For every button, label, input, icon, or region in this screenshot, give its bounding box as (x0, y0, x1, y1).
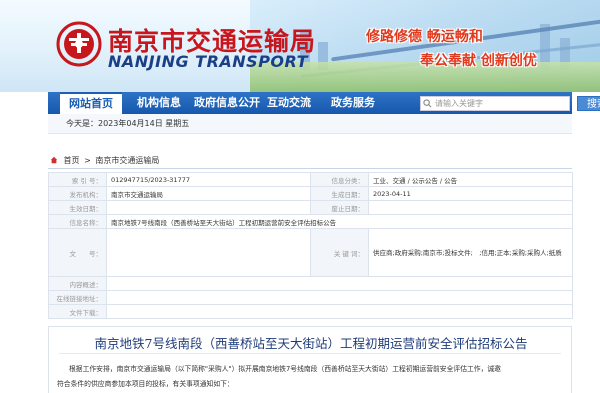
date-label: 生成日期： (310, 186, 369, 201)
nav-item-gov-info[interactable]: 政府信息公开 (188, 92, 266, 114)
table-row: 内容概述： (48, 276, 573, 291)
date-bar: 今天是：2023年04月14日 星期五 (48, 114, 572, 134)
publisher-value: 南京市交通运输局 (106, 186, 311, 201)
breadcrumb-current[interactable]: 南京市交通运输局 (95, 156, 159, 165)
date-value: 2023-04-11 (368, 186, 573, 201)
search-button[interactable]: 搜索 (577, 96, 600, 111)
site-title-english: NANJING TRANSPORT (108, 52, 309, 71)
overview-label: 内容概述： (48, 276, 107, 291)
article-body: 南京地铁7号线南段（西善桥站至天大街站）工程初期运营前安全评估招标公告 根据工作… (48, 326, 572, 393)
name-label: 信息名称： (48, 214, 107, 229)
nav-item-interaction[interactable]: 互动交流 (258, 92, 320, 114)
slogan-line-1: 修路修德 畅运畅和 (366, 29, 483, 45)
header-banner: 南京市交通运输局 NANJING TRANSPORT 修路修德 畅运畅和 奉公奉… (0, 0, 600, 92)
table-row: 文 号： 关 键 词： 供应商;政府采购;南京市;投标文件; ;信用;正本;采购… (48, 228, 573, 277)
keywords-value: 供应商;政府采购;南京市;投标文件; ;信用;正本;采购;采购人;纸质 (368, 228, 573, 277)
nav-item-home[interactable]: 网站首页 (60, 92, 122, 114)
download-value[interactable] (106, 304, 573, 319)
table-row: 信息名称： 南京地铁7号线南段（西善桥站至天大街站）工程初期运营前安全评估招标公… (48, 214, 573, 229)
main-nav: 网站首页 机构信息 政府信息公开 互动交流 政务服务 请输入关键字 搜索 (48, 92, 600, 114)
expire-value (368, 200, 573, 215)
docno-label: 文 号： (48, 228, 107, 277)
nav-item-services[interactable]: 政务服务 (320, 92, 386, 114)
page: 南京市交通运输局 NANJING TRANSPORT 修路修德 畅运畅和 奉公奉… (0, 0, 600, 393)
transport-emblem-icon (56, 21, 102, 67)
breadcrumb-home[interactable]: 首页 (64, 156, 80, 165)
index-value: 012947715/2023-31777 (106, 172, 311, 187)
overview-value (106, 276, 573, 291)
slogan-line-2: 奉公奉献 创新创优 (420, 53, 537, 69)
online-link-value[interactable] (106, 290, 573, 305)
breadcrumb-separator: > (84, 156, 91, 165)
table-row: 发布机构： 南京市交通运输局 生成日期： 2023-04-11 (48, 186, 573, 201)
document-info-table: 索 引 号： 012947715/2023-31777 信息分类： 工业、交通 … (48, 172, 573, 319)
search-icon (423, 99, 432, 108)
effective-label: 生效日期： (48, 200, 107, 215)
article-paragraph: 符合条件的供应商参加本项目的投标，有关事项通知如下： (57, 380, 234, 388)
current-date: 今天是：2023年04月14日 星期五 (66, 119, 190, 128)
nav-item-organization[interactable]: 机构信息 (128, 92, 190, 114)
keywords-label: 关 键 词： (310, 228, 369, 277)
download-label: 文件下载： (48, 304, 107, 319)
table-row: 索 引 号： 012947715/2023-31777 信息分类： 工业、交通 … (48, 172, 573, 187)
category-value: 工业、交通 / 公示公告 / 公告 (368, 172, 573, 187)
effective-value (106, 200, 311, 215)
home-icon (50, 156, 58, 164)
name-value: 南京地铁7号线南段（西善桥站至天大街站）工程初期运营前安全评估招标公告 (106, 214, 573, 229)
table-row: 在线链接地址： (48, 290, 573, 305)
expire-label: 废止日期： (310, 200, 369, 215)
article-divider (59, 353, 561, 354)
publisher-label: 发布机构： (48, 186, 107, 201)
article-title: 南京地铁7号线南段（西善桥站至天大街站）工程初期运营前安全评估招标公告 (94, 336, 528, 351)
online-link-label: 在线链接地址： (48, 290, 107, 305)
breadcrumb-divider (48, 168, 572, 169)
docno-value (106, 228, 311, 277)
category-label: 信息分类： (310, 172, 369, 187)
table-row: 文件下载： (48, 304, 573, 319)
table-row: 生效日期： 废止日期： (48, 200, 573, 215)
search-input[interactable]: 请输入关键字 (420, 96, 570, 111)
index-label: 索 引 号： (48, 172, 107, 187)
article-paragraph: 根据工作安排，南京市交通运输局（以下简称"采购人"）拟开展南京地铁7号线南段（西… (69, 365, 501, 373)
breadcrumb: 首页 > 南京市交通运输局 (50, 155, 161, 166)
